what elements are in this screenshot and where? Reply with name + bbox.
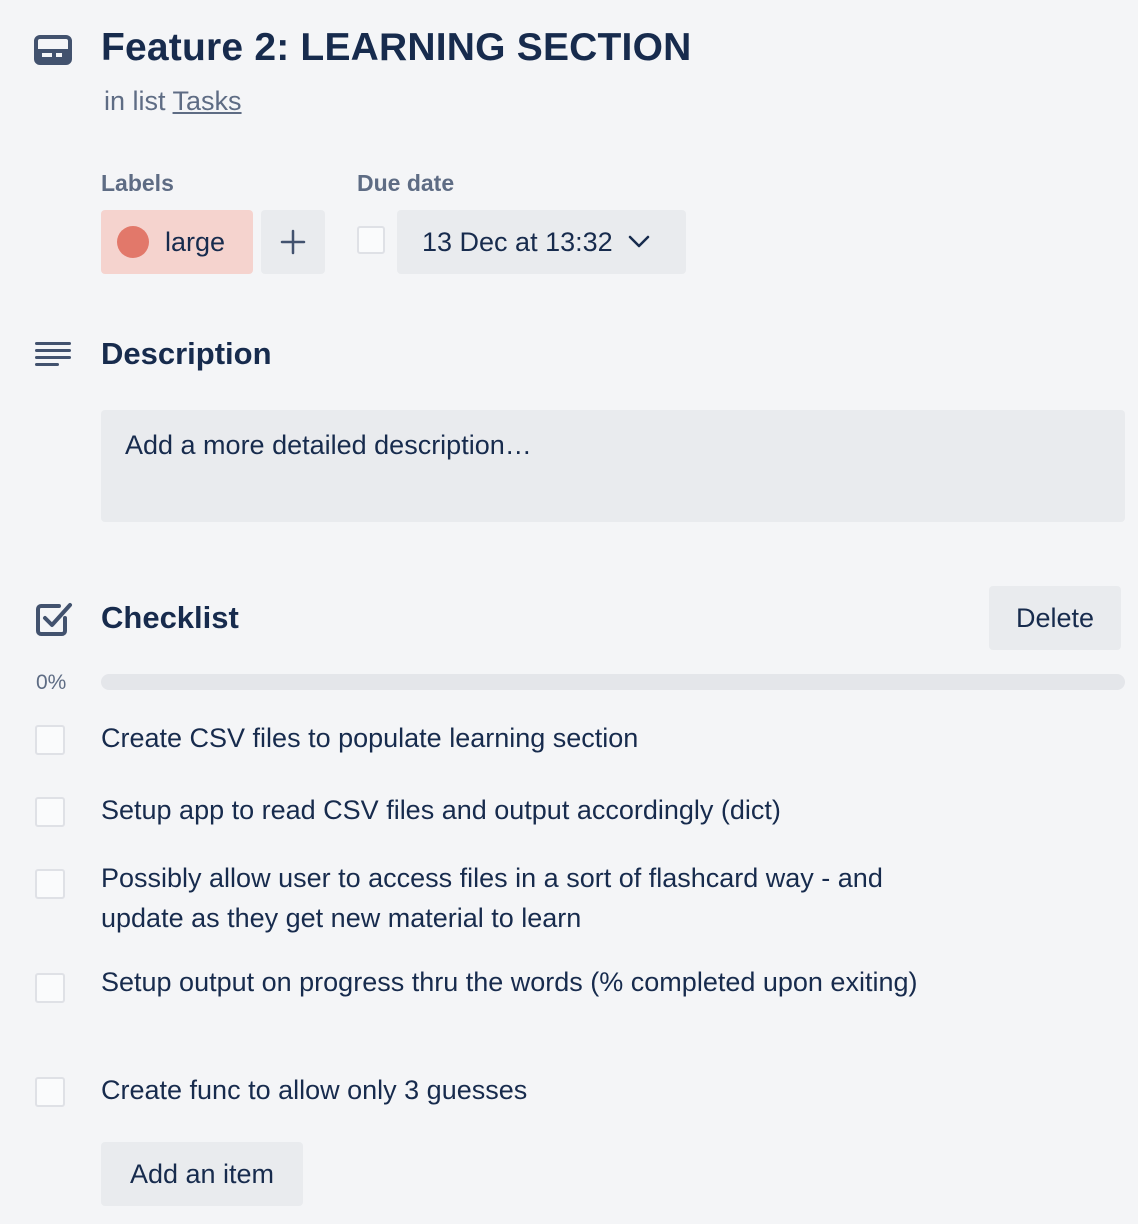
checklist-item-checkbox[interactable]: [35, 973, 65, 1003]
checklist-progress-percent: 0%: [36, 671, 67, 694]
add-checklist-item-button[interactable]: Add an item: [101, 1142, 303, 1206]
checklist-item-text[interactable]: Create CSV files to populate learning se…: [101, 718, 981, 758]
checklist-item-text[interactable]: Setup app to read CSV files and output a…: [101, 790, 981, 830]
in-list-prefix: in list: [104, 86, 166, 116]
delete-checklist-button[interactable]: Delete: [989, 586, 1121, 650]
card-detail-panel: Feature 2: LEARNING SECTION in list Task…: [0, 0, 1138, 1224]
plus-icon: [280, 229, 306, 255]
checklist-icon: [36, 603, 72, 636]
label-text: large: [165, 226, 226, 257]
list-info: in list Tasks: [104, 86, 242, 117]
labels-caption: Labels: [101, 170, 174, 196]
label-color-dot: [117, 226, 149, 258]
description-title: Description: [101, 336, 272, 371]
checklist-item-checkbox[interactable]: [35, 725, 65, 755]
description-placeholder: Add a more detailed description…: [125, 430, 532, 460]
checklist-title[interactable]: Checklist: [101, 600, 239, 636]
due-date-complete-checkbox[interactable]: [357, 226, 385, 254]
checklist-item-text[interactable]: Create func to allow only 3 guesses: [101, 1070, 981, 1110]
card-title[interactable]: Feature 2: LEARNING SECTION: [101, 26, 691, 70]
card-icon: [34, 35, 72, 65]
checklist-item-checkbox[interactable]: [35, 869, 65, 899]
label-chip-large[interactable]: large: [101, 210, 253, 274]
description-icon: [35, 342, 71, 366]
due-date-value: 13 Dec at 13:32: [422, 226, 613, 257]
description-editor[interactable]: Add a more detailed description…: [101, 410, 1125, 522]
checklist-item-text[interactable]: Possibly allow user to access files in a…: [101, 858, 961, 938]
checklist-item-checkbox[interactable]: [35, 1077, 65, 1107]
checklist-progress-bar: [101, 674, 1125, 690]
due-date-caption: Due date: [357, 170, 455, 196]
checklist-item-checkbox[interactable]: [35, 797, 65, 827]
list-link[interactable]: Tasks: [173, 86, 242, 116]
checklist-item-text[interactable]: Setup output on progress thru the words …: [101, 962, 921, 1002]
add-label-button[interactable]: [261, 210, 325, 274]
due-date-button[interactable]: 13 Dec at 13:32: [397, 210, 686, 274]
chevron-down-icon: [628, 235, 649, 248]
